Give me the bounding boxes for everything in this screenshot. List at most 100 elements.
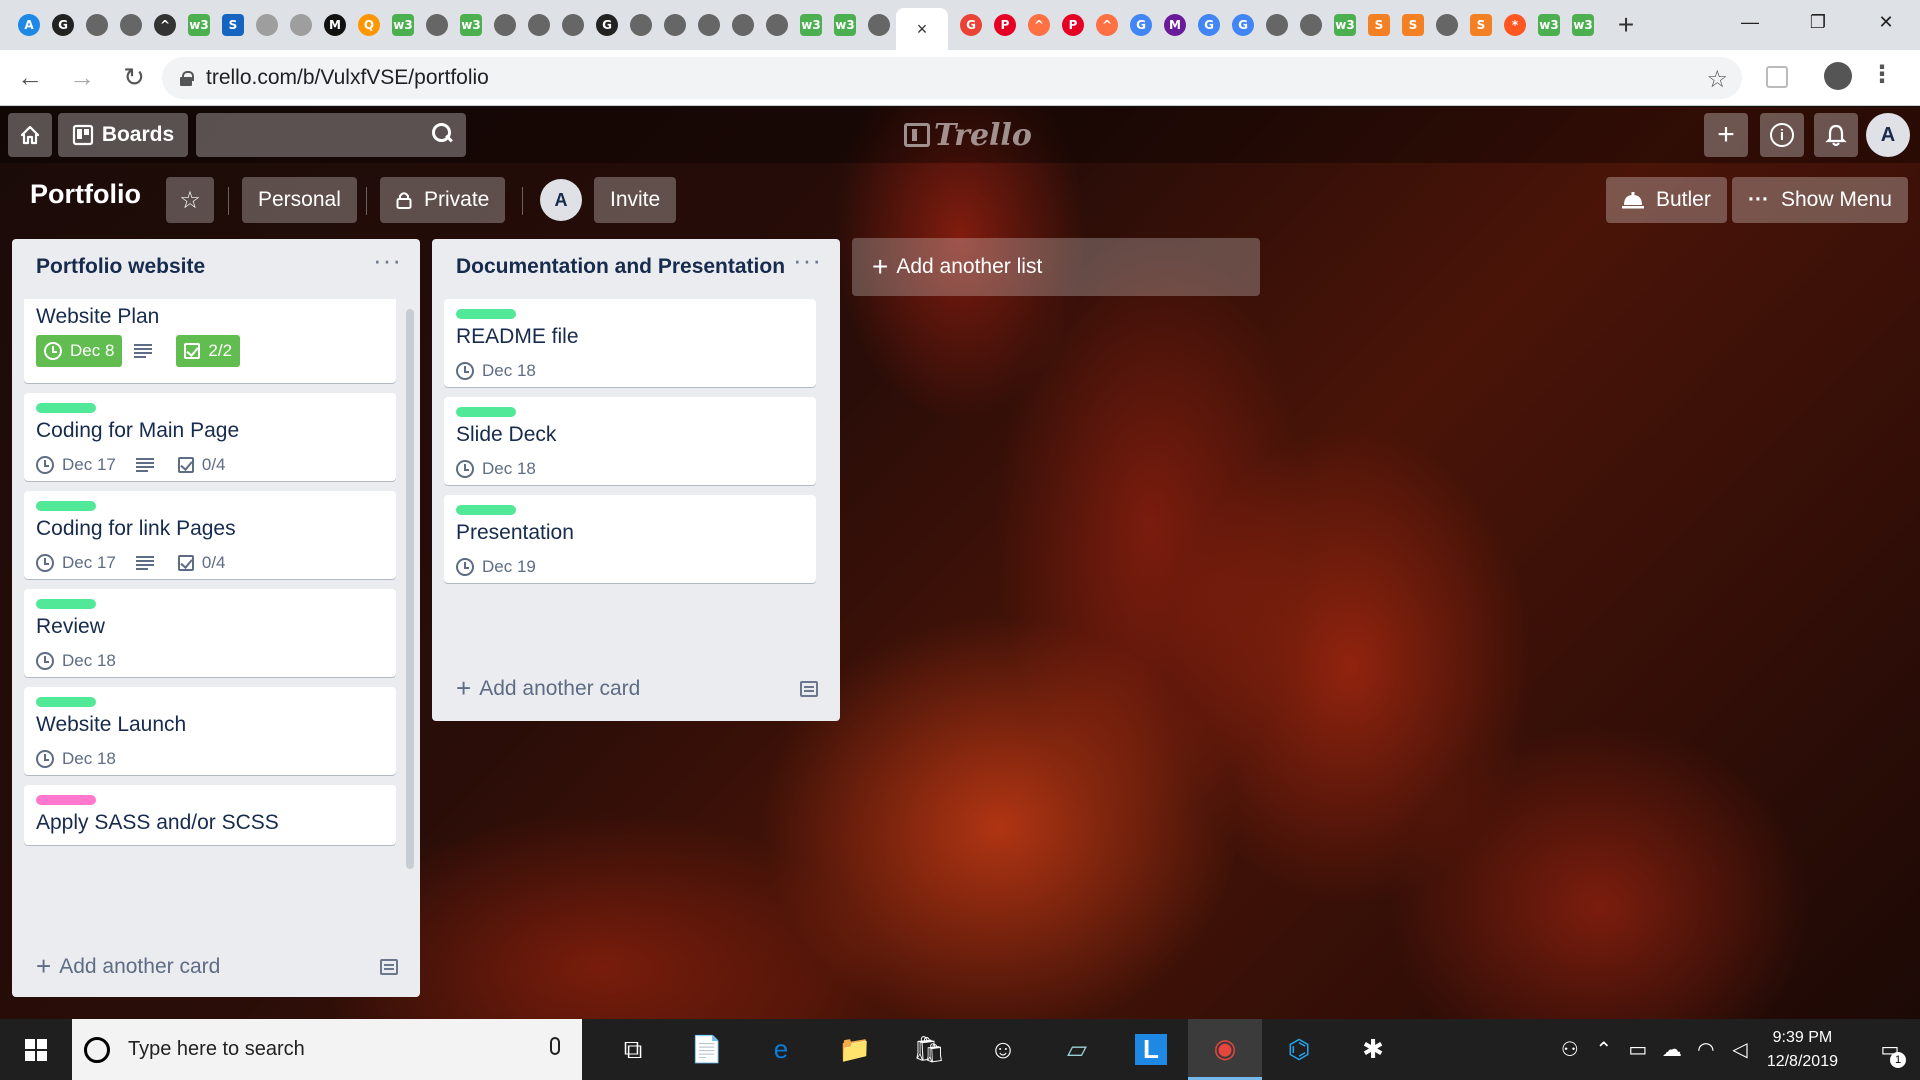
card-label[interactable] [36,599,96,609]
due-date-badge[interactable]: Dec 17 [36,547,116,579]
new-tab-button[interactable]: + [1606,8,1646,42]
bookmark-star-icon[interactable]: ☆ [1706,65,1728,94]
card-label[interactable] [36,403,96,413]
reload-button[interactable]: ↻ [112,56,156,100]
browser-tab[interactable]: S [1362,8,1396,42]
restore-button[interactable]: ❐ [1784,0,1852,44]
taskbar-app[interactable]: 📁 [818,1019,892,1080]
due-date-badge[interactable]: Dec 18 [36,645,116,677]
list-menu-icon[interactable]: ··· [373,245,402,276]
browser-tab[interactable]: ^ [1090,8,1124,42]
butler-button[interactable]: Butler [1606,177,1727,223]
due-date-badge[interactable]: Dec 18 [456,453,536,485]
browser-tab[interactable]: ^ [1022,8,1056,42]
browser-tab[interactable]: Q [352,8,386,42]
browser-tab[interactable]: w3 [454,8,488,42]
browser-tab[interactable]: w3 [1566,8,1600,42]
browser-tab[interactable]: M [318,8,352,42]
taskbar-clock[interactable]: 9:39 PM 12/8/2019 [1767,1026,1838,1074]
browser-tab[interactable] [522,8,556,42]
taskbar-app[interactable]: L [1114,1019,1188,1080]
browser-tab[interactable]: P [988,8,1022,42]
close-window-button[interactable]: ✕ [1852,0,1920,44]
browser-tab[interactable]: A [12,8,46,42]
browser-tab[interactable] [862,8,896,42]
browser-tab[interactable]: w3 [828,8,862,42]
due-date-badge[interactable]: Dec 18 [36,743,116,775]
list-title[interactable]: Portfolio website [36,255,205,279]
board-search-input[interactable] [196,113,466,157]
browser-tab[interactable]: S [1396,8,1430,42]
boards-button[interactable]: Boards [58,113,188,157]
browser-tab[interactable]: w3 [182,8,216,42]
browser-tab[interactable] [760,8,794,42]
due-date-badge[interactable]: Dec 8 [36,335,123,367]
microphone-icon[interactable] [550,1037,560,1055]
browser-tab[interactable] [80,8,114,42]
browser-tab[interactable]: ^ [148,8,182,42]
browser-tab[interactable]: * [1498,8,1532,42]
browser-tab[interactable]: S [1464,8,1498,42]
browser-tab[interactable] [1294,8,1328,42]
add-card-button[interactable]: + Add another card [456,673,640,704]
taskbar-app[interactable]: ✱ [1336,1019,1410,1080]
browser-tab[interactable]: G [46,8,80,42]
browser-tab[interactable] [114,8,148,42]
show-menu-button[interactable]: ··· Show Menu [1732,177,1908,223]
card-template-icon[interactable] [380,959,398,975]
browser-tab[interactable]: w3 [794,8,828,42]
browser-tab[interactable] [1260,8,1294,42]
url-text[interactable]: trello.com/b/VulxfVSE/portfolio [206,66,489,90]
browser-tab[interactable] [1430,8,1464,42]
card[interactable]: Slide Deck Dec 18 [444,397,816,485]
card[interactable]: Presentation Dec 19 [444,495,816,583]
card[interactable]: Coding for Main Page Dec 17 0/4 [24,393,396,481]
card[interactable]: Review Dec 18 [24,589,396,677]
browser-tab[interactable] [284,8,318,42]
card[interactable]: README file Dec 18 [444,299,816,387]
browser-tab[interactable] [726,8,760,42]
card[interactable]: Coding for link Pages Dec 17 0/4 [24,491,396,579]
taskbar-app[interactable]: ◉ [1188,1019,1262,1080]
browser-tab[interactable] [692,8,726,42]
due-date-badge[interactable]: Dec 17 [36,449,116,481]
browser-tab[interactable]: G [1124,8,1158,42]
browser-tab[interactable] [624,8,658,42]
lock-icon[interactable] [180,71,194,86]
taskbar-app[interactable]: ⌬ [1262,1019,1336,1080]
add-card-button[interactable]: + Add another card [36,951,220,982]
list-title[interactable]: Documentation and Presentation [456,255,785,279]
start-button[interactable] [0,1019,72,1080]
wifi-icon[interactable]: ◠ [1689,1037,1723,1062]
minimize-button[interactable]: — [1716,0,1784,44]
extension-icon[interactable] [1766,66,1788,88]
home-button[interactable] [8,113,52,157]
list-menu-icon[interactable]: ··· [793,245,822,276]
trello-logo[interactable]: Trello [904,117,1032,153]
browser-tab[interactable] [250,8,284,42]
taskbar-app[interactable]: ☺ [966,1019,1040,1080]
browser-tab[interactable]: w3 [386,8,420,42]
board-title[interactable]: Portfolio [30,179,141,210]
list-documentation[interactable]: Documentation and Presentation ··· READM… [432,239,840,721]
due-date-badge[interactable]: Dec 19 [456,551,536,583]
volume-muted-icon[interactable]: ◁ [1723,1037,1757,1062]
taskbar-app[interactable]: e [744,1019,818,1080]
browser-tab[interactable] [488,8,522,42]
forward-button[interactable]: → [60,56,104,100]
info-button[interactable]: i [1760,113,1804,157]
list-portfolio-website[interactable]: Portfolio website ··· Website Plan Dec 8 2… [12,239,420,997]
onedrive-icon[interactable]: ☁ [1655,1037,1689,1062]
card-label[interactable] [456,505,516,515]
back-button[interactable]: ← [8,56,52,100]
card-label[interactable] [456,407,516,417]
notifications-button[interactable] [1814,113,1858,157]
browser-tab[interactable]: P [1056,8,1090,42]
taskbar-app[interactable]: 🛍 [892,1019,966,1080]
card-label[interactable] [36,697,96,707]
profile-icon[interactable] [1824,62,1852,90]
member-avatar[interactable]: A [540,179,582,221]
people-icon[interactable]: ⚇ [1553,1037,1587,1062]
browser-tab[interactable]: G [1192,8,1226,42]
browser-tab[interactable] [556,8,590,42]
